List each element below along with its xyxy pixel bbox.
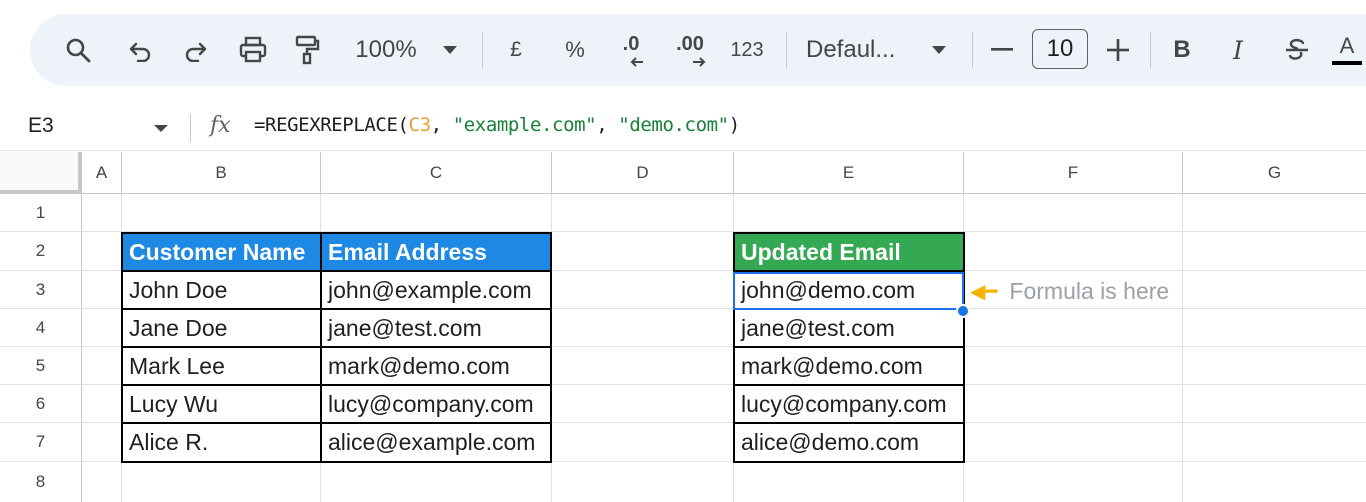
formula-sep: , [430, 114, 453, 136]
row-header-2[interactable]: 2 [0, 232, 82, 271]
row-header-8[interactable]: 8 [0, 462, 82, 502]
fx-icon: fx [210, 113, 231, 138]
separator [1150, 32, 1151, 68]
column-header-f[interactable]: F [964, 152, 1183, 194]
column-header-a[interactable]: A [82, 152, 122, 194]
header-email-address[interactable]: Email Address [320, 232, 552, 272]
separator [482, 32, 483, 68]
column-header-b[interactable]: B [122, 152, 321, 194]
currency-format-button[interactable]: £ [504, 14, 528, 86]
row-header-7[interactable]: 7 [0, 423, 82, 462]
decrease-decimal-button[interactable]: .0 [614, 14, 648, 86]
table-cell[interactable]: lucy@company.com [320, 384, 552, 424]
note-text: Formula is here [1009, 278, 1170, 304]
italic-icon[interactable]: I [1226, 14, 1250, 86]
table-cell[interactable]: jane@test.com [320, 308, 552, 348]
formula-prefix: =REGEXREPLACE( [254, 114, 409, 136]
more-formats-button[interactable]: 123 [726, 14, 768, 86]
table-cell[interactable]: Jane Doe [121, 308, 322, 348]
row-header-4[interactable]: 4 [0, 309, 82, 347]
result-cell[interactable]: alice@demo.com [733, 422, 965, 463]
search-icon[interactable] [62, 14, 94, 86]
formula-ref: C3 [408, 114, 431, 136]
formula-string: "example.com" [452, 114, 597, 136]
table-cell[interactable]: alice@example.com [320, 422, 552, 463]
formula-suffix: ) [728, 114, 740, 136]
select-all-corner[interactable] [0, 152, 82, 194]
arrow-right-icon [693, 57, 706, 67]
result-cell[interactable]: lucy@company.com [733, 384, 965, 424]
plus-icon[interactable] [1106, 14, 1130, 86]
percent-format-button[interactable]: % [560, 14, 590, 86]
result-cell[interactable]: mark@demo.com [733, 346, 965, 386]
text-color-icon[interactable]: A [1332, 14, 1362, 86]
increase-decimal-label: .00 [676, 32, 704, 55]
arrow-left-icon [630, 57, 643, 67]
spreadsheet-grid: A B C D E F G 1 2 3 4 5 6 7 8 Customer N… [0, 152, 1366, 502]
name-box-dropdown-icon[interactable] [154, 125, 168, 132]
table-cell[interactable]: Lucy Wu [121, 384, 322, 424]
column-header-g[interactable]: G [1183, 152, 1366, 194]
redo-icon[interactable] [181, 14, 211, 86]
name-box[interactable]: E3 [28, 114, 54, 138]
row-header-1[interactable]: 1 [0, 194, 82, 232]
row-header-6[interactable]: 6 [0, 385, 82, 423]
column-header-c[interactable]: C [321, 152, 552, 194]
font-size-input[interactable]: 10 [1032, 29, 1088, 69]
minus-icon[interactable] [990, 14, 1014, 86]
strikethrough-icon[interactable] [1284, 14, 1310, 86]
font-dropdown-icon[interactable] [928, 14, 950, 86]
formula-note: ◀━ Formula is here [970, 278, 1169, 305]
formula-sep: , [596, 114, 619, 136]
separator [190, 114, 191, 142]
fill-handle[interactable] [956, 304, 970, 318]
result-cell[interactable]: jane@test.com [733, 308, 965, 348]
zoom-dropdown-icon[interactable] [440, 14, 460, 86]
column-header-d[interactable]: D [552, 152, 734, 194]
formula-input[interactable]: =REGEXREPLACE(C3, "example.com", "demo.c… [254, 114, 740, 136]
separator [972, 32, 973, 68]
table-cell[interactable]: john@example.com [320, 270, 552, 310]
table-cell[interactable]: John Doe [121, 270, 322, 310]
row-header-5[interactable]: 5 [0, 347, 82, 385]
header-updated-email[interactable]: Updated Email [733, 232, 965, 272]
separator [786, 32, 787, 68]
result-cell[interactable]: john@demo.com [733, 270, 965, 310]
table-cell[interactable]: Alice R. [121, 422, 322, 463]
pointing-hand-icon: ◀━ [970, 281, 998, 303]
increase-decimal-button[interactable]: .00 [670, 14, 710, 86]
row-header-3[interactable]: 3 [0, 271, 82, 309]
zoom-select[interactable]: 100% [350, 14, 422, 86]
bold-icon[interactable]: B [1170, 14, 1194, 86]
column-header-e[interactable]: E [734, 152, 964, 194]
paint-format-icon[interactable] [292, 14, 322, 86]
undo-icon[interactable] [125, 14, 155, 86]
toolbar: 100% £ % .0 .00 123 Defaul... 10 B I A [30, 14, 1366, 86]
decrease-decimal-label: .0 [622, 32, 640, 55]
table-cell[interactable]: mark@demo.com [320, 346, 552, 386]
print-icon[interactable] [236, 14, 270, 86]
font-family-select[interactable]: Defaul... [806, 14, 910, 86]
header-customer-name[interactable]: Customer Name [121, 232, 322, 272]
formula-bar: E3 fx =REGEXREPLACE(C3, "example.com", "… [0, 104, 1366, 151]
toolbar-area: 100% £ % .0 .00 123 Defaul... 10 B I A [0, 0, 1366, 102]
formula-string: "demo.com" [618, 114, 729, 136]
table-cell[interactable]: Mark Lee [121, 346, 322, 386]
